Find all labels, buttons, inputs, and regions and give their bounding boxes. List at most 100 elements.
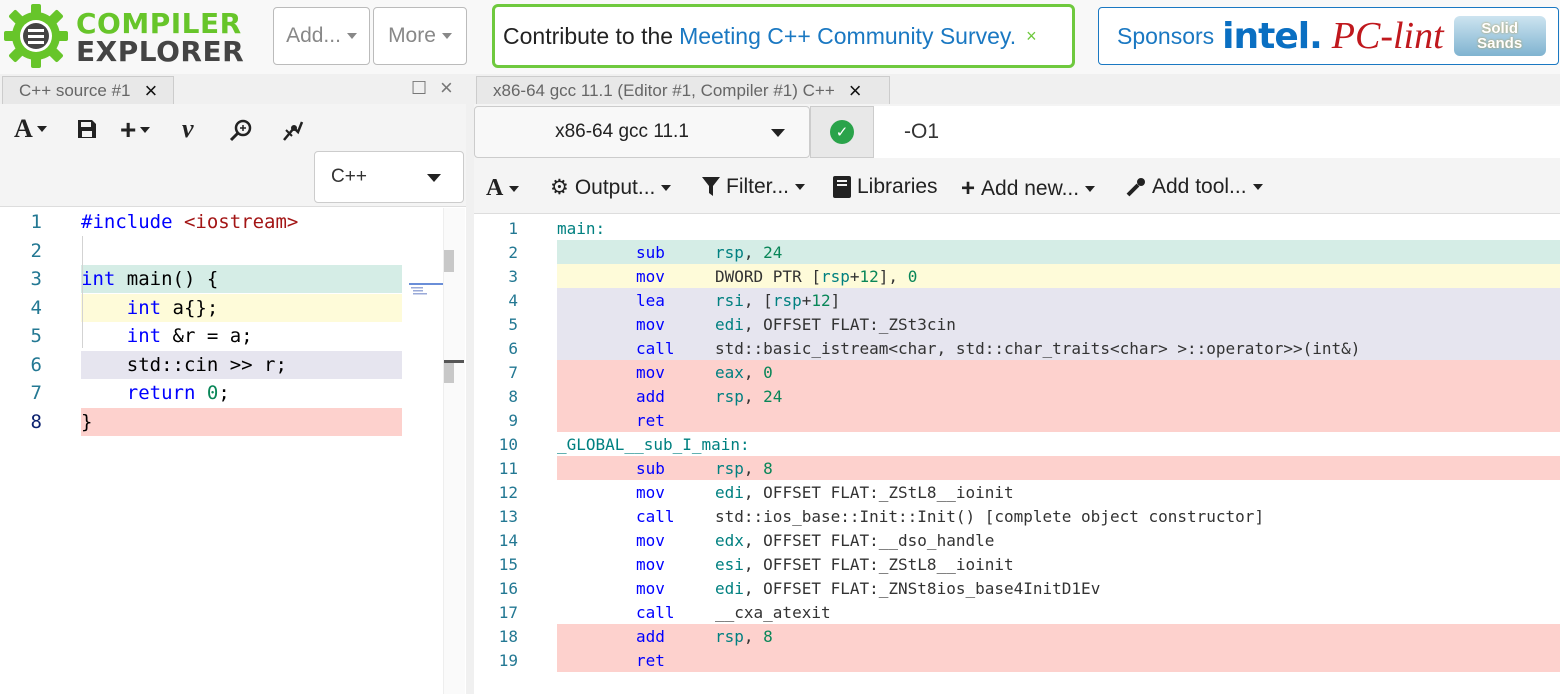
caret-down-icon [795, 184, 806, 190]
asm-line[interactable]: 6 call std::basic_istream<char, std::char_… [474, 336, 1560, 360]
source-tab-bar: C++ source #1 × ☐ × [0, 74, 466, 104]
asm-line[interactable]: 12 mov edi, OFFSET FLAT:_ZStL8__ioinit [474, 480, 1560, 504]
close-tab-icon[interactable]: × [849, 79, 862, 101]
asm-line[interactable]: 14 mov edx, OFFSET FLAT:__dso_handle [474, 528, 1560, 552]
save-button[interactable] [76, 118, 98, 140]
asm-line[interactable]: 10 _GLOBAL__sub_I_main: [474, 432, 1560, 456]
font-size-button[interactable]: A [14, 114, 47, 144]
caret-down-icon [1085, 186, 1096, 192]
save-icon [78, 120, 96, 138]
add-new-button[interactable]: + Add new... [961, 175, 1096, 203]
compiler-toolbar: A ⚙ Output... Filter... Libraries + Add … [474, 160, 1560, 214]
source-line[interactable]: 8} [0, 407, 444, 437]
compiler-explorer-gear-icon [4, 4, 68, 68]
asm-line[interactable]: 4 lea rsi, [rsp+12] [474, 288, 1560, 312]
asm-line[interactable]: 17 call __cxa_atexit [474, 600, 1560, 624]
plus-icon: + [961, 175, 976, 202]
compiler-select[interactable]: x86-64 gcc 11.1 [474, 106, 810, 158]
source-line[interactable]: 4 int a{}; [0, 293, 444, 323]
asm-opcode: add [636, 627, 665, 646]
line-highlight [557, 624, 1560, 648]
line-number: 6 [508, 339, 518, 358]
line-number: 2 [30, 239, 42, 262]
logo-text: COMPILER EXPLORER [76, 10, 244, 66]
logo-line-2: EXPLORER [76, 35, 245, 68]
language-select[interactable]: C++ [314, 151, 464, 203]
filter-menu-button[interactable]: Filter... [702, 175, 806, 199]
font-size-button[interactable]: A [486, 175, 520, 202]
line-number: 12 [498, 483, 518, 502]
source-line[interactable]: 1 #include <iostream> [0, 208, 444, 237]
minimap[interactable] [409, 283, 443, 297]
add-button[interactable]: + [120, 114, 151, 146]
asm-line[interactable]: 5 mov edi, OFFSET FLAT:_ZSt3cin [474, 312, 1560, 336]
source-line[interactable]: 7 return 0; [0, 379, 444, 408]
line-highlight [557, 384, 1560, 408]
add-tool-label: Add tool... [1152, 175, 1247, 198]
asm-opcode: add [636, 387, 665, 406]
output-menu-button[interactable]: ⚙ Output... [550, 175, 672, 200]
asm-line[interactable]: 9 ret [474, 408, 1560, 432]
tab-cpp-source[interactable]: C++ source #1 × [2, 76, 174, 104]
line-highlight [557, 648, 1560, 672]
asm-line[interactable]: 19 ret [474, 648, 1560, 672]
add-tool-button[interactable]: Add tool... [1126, 175, 1263, 199]
source-line[interactable]: 2 [0, 237, 444, 266]
add-menu-button[interactable]: Add... [273, 7, 370, 65]
line-number: 11 [498, 459, 518, 478]
sponsors-button[interactable]: Sponsors intel. PC-lint Solid Sands [1098, 7, 1559, 65]
line-text: return 0; [126, 382, 230, 404]
asm-line[interactable]: 7 mov eax, 0 [474, 360, 1560, 384]
asm-line[interactable]: 8 add rsp, 24 [474, 384, 1560, 408]
libraries-button[interactable]: Libraries [833, 175, 938, 199]
font-size-icon: A [486, 175, 504, 201]
close-icon[interactable]: × [1026, 26, 1037, 47]
vim-button[interactable]: v [182, 114, 194, 144]
caret-down-icon [427, 174, 441, 182]
line-number: 2 [508, 243, 518, 262]
book-icon [833, 176, 851, 198]
asm-opcode: call [636, 603, 675, 622]
caret-down-icon [441, 33, 452, 39]
tab-compiler[interactable]: x86-64 gcc 11.1 (Editor #1, Compiler #1)… [476, 76, 890, 104]
cppinsights-button[interactable] [280, 118, 306, 144]
asm-line[interactable]: 13 call std::ios_base::Init::Init() [compl… [474, 504, 1560, 528]
source-code-area[interactable]: 1 #include <iostream> 2 3 int main() {4 int … [0, 208, 444, 694]
source-line[interactable]: 6 std::cin >> r; [0, 350, 444, 380]
asm-line[interactable]: 15 mov esi, OFFSET FLAT:_ZStL8__ioinit [474, 552, 1560, 576]
zoom-button[interactable] [228, 118, 254, 144]
logo-line-1: COMPILER [76, 7, 242, 40]
more-menu-button[interactable]: More [373, 7, 467, 65]
asm-opcode: mov [636, 267, 665, 286]
assembly-output[interactable]: 1 main: 2 sub rsp, 24 3 mov DWORD PTR [rsp+12],… [474, 216, 1560, 694]
survey-link[interactable]: Meeting C++ Community Survey. [679, 23, 1016, 50]
caret-down-icon [661, 184, 672, 191]
scrollbar-overview-marker [444, 363, 454, 383]
asm-line[interactable]: 1 main: [474, 216, 1560, 240]
line-number: 8 [508, 387, 518, 406]
source-line[interactable]: 5 int &r = a; [0, 322, 444, 351]
font-size-icon: A [14, 114, 33, 143]
asm-opcode: mov [636, 363, 665, 382]
asm-line[interactable]: 18 add rsp, 8 [474, 624, 1560, 648]
compiler-options-input[interactable]: -O1 [874, 106, 1560, 158]
source-scrollbar[interactable] [443, 208, 465, 694]
line-number: 14 [498, 531, 518, 550]
line-highlight [557, 312, 1560, 336]
source-line[interactable]: 3 int main() { [0, 265, 444, 294]
asm-operands: edx, OFFSET FLAT:__dso_handle [715, 531, 995, 550]
asm-line[interactable]: 16 mov edi, OFFSET FLAT:_ZNSt8ios_base4Ini… [474, 576, 1560, 600]
compiler-tab-bar: x86-64 gcc 11.1 (Editor #1, Compiler #1)… [474, 74, 1560, 104]
close-tab-icon[interactable]: × [145, 79, 158, 101]
close-pane-icon[interactable]: × [440, 75, 453, 101]
gear-icon: ⚙ [550, 176, 569, 199]
asm-opcode: mov [636, 483, 665, 502]
scrollbar-thumb[interactable] [444, 250, 454, 272]
asm-line[interactable]: 2 sub rsp, 24 [474, 240, 1560, 264]
asm-line[interactable]: 11 sub rsp, 8 [474, 456, 1560, 480]
logo[interactable]: COMPILER EXPLORER [2, 2, 252, 72]
maximize-icon[interactable]: ☐ [411, 78, 427, 99]
compile-status-button[interactable]: ✓ [810, 106, 874, 158]
asm-line[interactable]: 3 mov DWORD PTR [rsp+12], 0 [474, 264, 1560, 288]
pane-splitter[interactable] [466, 74, 474, 694]
